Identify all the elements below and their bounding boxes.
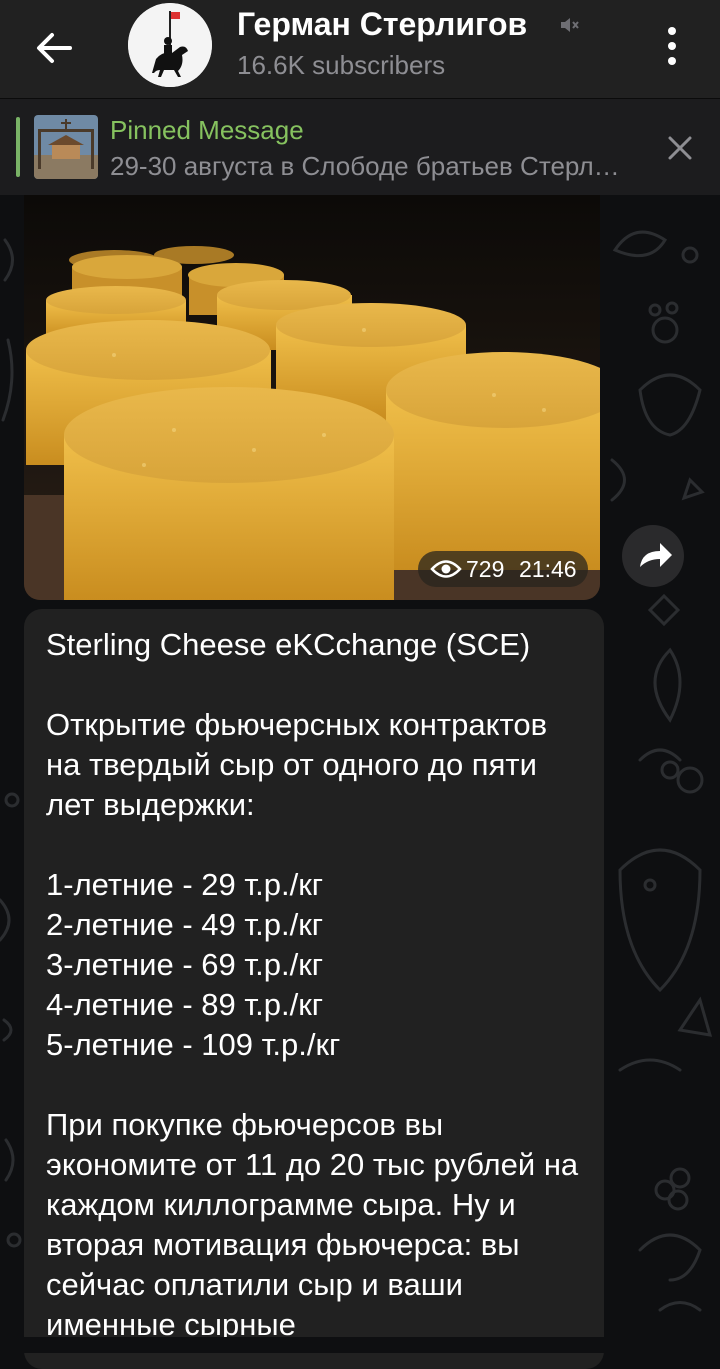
pinned-indicator xyxy=(16,117,20,177)
view-count: 729 xyxy=(466,556,505,582)
pinned-message-bar[interactable]: Pinned Message 29-30 августа в Слободе б… xyxy=(0,98,720,195)
message-text: Sterling Cheese eKCchange (SCE) Открытие… xyxy=(46,627,579,1342)
channel-avatar[interactable] xyxy=(128,3,212,87)
eye-icon xyxy=(430,560,462,578)
channel-title[interactable]: Герман Стерлигов xyxy=(237,6,527,43)
arrow-left-icon[interactable] xyxy=(26,20,82,76)
pinned-preview-text: 29-30 августа в Слободе братьев Стерлиго… xyxy=(110,151,630,181)
chat-header: Герман Стерлигов 16.6K subscribers xyxy=(0,0,720,98)
cheese-wheels-image xyxy=(24,195,600,600)
post-time: 21:46 xyxy=(519,556,577,582)
share-arrow-icon xyxy=(640,543,672,567)
pinned-thumbnail xyxy=(34,115,98,179)
rider-emblem-icon xyxy=(128,3,212,87)
pinned-title: Pinned Message xyxy=(110,115,304,145)
share-button[interactable] xyxy=(622,525,684,587)
bottom-edge xyxy=(0,1337,720,1353)
more-vertical-icon[interactable] xyxy=(650,18,694,74)
muted-speaker-icon xyxy=(561,18,579,32)
post-photo[interactable] xyxy=(24,195,600,600)
subscriber-count: 16.6K subscribers xyxy=(237,50,446,80)
close-icon[interactable] xyxy=(660,128,700,168)
